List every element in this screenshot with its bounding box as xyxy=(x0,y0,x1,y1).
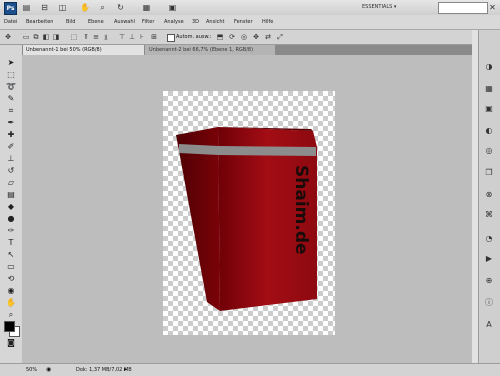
color-icon[interactable]: ◑ xyxy=(484,62,494,72)
options-bar: ✥ ▭ ⧉ ◧ ◨ ⬚ ⫪ ≡ ⫫ ⊤ ⊥ ⊦ ⊞ Autom. ausw.: … xyxy=(0,30,500,45)
photoshop-logo: Ps xyxy=(4,2,17,15)
lock-icon[interactable]: ⬚ xyxy=(70,33,78,41)
healing-icon[interactable]: ✚ xyxy=(5,130,17,139)
status-menu-arrow-icon[interactable]: ▸ xyxy=(124,366,132,374)
quick-mask-icon[interactable]: ◙ xyxy=(5,338,17,347)
menu-bearbeiten[interactable]: Bearbeiten xyxy=(26,17,53,27)
blur-icon[interactable]: ◆ xyxy=(5,202,17,211)
add-selection-icon[interactable]: ⧉ xyxy=(32,33,40,41)
type-icon[interactable]: T xyxy=(5,238,17,247)
dock-collapse-strip[interactable] xyxy=(472,30,479,363)
menu-bild[interactable]: Bild xyxy=(66,17,75,27)
move-icon[interactable]: ➤ xyxy=(5,58,17,67)
align-top-icon[interactable]: ⫪ xyxy=(82,33,90,41)
new-selection-icon[interactable]: ▭ xyxy=(22,33,30,41)
close-window-icon[interactable]: ✕ xyxy=(488,3,497,12)
paths-icon[interactable]: ⌘ xyxy=(484,210,494,220)
tool-preset-icon[interactable]: ✥ xyxy=(4,33,12,41)
autoselect-checkbox[interactable] xyxy=(167,34,175,42)
distribute-bottom-icon[interactable]: ⊦ xyxy=(138,33,146,41)
bridge-icon[interactable]: ▤ xyxy=(22,3,31,12)
zoom-tool-icon[interactable]: ⌕ xyxy=(98,3,107,12)
crop-icon[interactable]: ⌗ xyxy=(5,106,17,115)
intersect-selection-icon[interactable]: ◨ xyxy=(52,33,60,41)
history-icon[interactable]: ◔ xyxy=(484,234,494,244)
arrange-documents-icon[interactable]: ▦ xyxy=(142,3,151,12)
menu-fenster[interactable]: Fenster xyxy=(234,17,253,27)
brush-icon[interactable]: ✐ xyxy=(5,142,17,151)
pen-icon[interactable]: ✑ xyxy=(5,226,17,235)
menu-bar: Datei Bearbeiten Bild Ebene Auswahl Filt… xyxy=(0,15,500,30)
history-brush-icon[interactable]: ↺ xyxy=(5,166,17,175)
menu-filter[interactable]: Filter xyxy=(142,17,154,27)
screen-mode-icon[interactable]: ▣ xyxy=(168,3,177,12)
zoom-icon[interactable]: ⌕ xyxy=(5,310,17,319)
transform-controls-icon[interactable]: ⬒ xyxy=(216,33,224,41)
auto-align-icon[interactable]: ⊞ xyxy=(150,33,158,41)
menu-auswahl[interactable]: Auswahl xyxy=(114,17,135,27)
layers-icon[interactable]: ❐ xyxy=(484,168,494,178)
application-bar: Ps ▤ ⊟ ◫ ✋ ⌕ ↻ ▦ ▣ ESSENTIALS ▾ ✕ xyxy=(0,0,500,16)
hand-icon[interactable]: ✋ xyxy=(5,298,17,307)
subtract-selection-icon[interactable]: ◧ xyxy=(42,33,50,41)
shape-icon[interactable]: ▭ xyxy=(5,262,17,271)
menu-ansicht[interactable]: Ansicht xyxy=(206,17,224,27)
adjustments-icon[interactable]: ◐ xyxy=(484,126,494,136)
stamp-icon[interactable]: ⊥ xyxy=(5,154,17,163)
eraser-icon[interactable]: ▱ xyxy=(5,178,17,187)
swatches-icon[interactable]: ▦ xyxy=(484,84,494,94)
hand-tool-icon[interactable]: ✋ xyxy=(80,3,90,12)
3d-orbit-icon[interactable]: ◉ xyxy=(5,286,17,295)
gradient-icon[interactable]: ▤ xyxy=(5,190,17,199)
zoom-level-icon[interactable]: ◫ xyxy=(58,3,67,12)
menu-datei[interactable]: Datei xyxy=(4,17,17,27)
foreground-color-swatch-front[interactable] xyxy=(4,321,15,332)
menu-ebene[interactable]: Ebene xyxy=(88,17,104,27)
lasso-icon[interactable]: ➰ xyxy=(5,82,17,91)
status-nav-icon[interactable]: ◉ xyxy=(46,366,54,374)
info-icon[interactable]: ⓘ xyxy=(484,298,494,308)
character-icon[interactable]: A xyxy=(484,320,494,330)
product-box-artwork: Shaim.de xyxy=(176,127,317,311)
align-bottom-icon[interactable]: ⫫ xyxy=(102,33,110,41)
slide-3d-icon[interactable]: ⇄ xyxy=(264,33,272,41)
status-bar: 50% ◉ Dok: 1,37 MB/7,02 MB ▸ xyxy=(0,363,500,376)
drag-3d-icon[interactable]: ✥ xyxy=(252,33,260,41)
navigator-icon[interactable]: ⊕ xyxy=(484,276,494,286)
mini-bridge-icon[interactable]: ⊟ xyxy=(40,3,49,12)
rotate-view-icon[interactable]: ↻ xyxy=(116,3,125,12)
distribute-top-icon[interactable]: ⊤ xyxy=(118,33,126,41)
tab-unbenannt-2[interactable]: Unbenannt-2 bei 66,7% (Ebene 1, RGB/8) xyxy=(145,45,275,55)
channels-icon[interactable]: ⊗ xyxy=(484,190,494,200)
3d-rotate-icon[interactable]: ⟲ xyxy=(5,274,17,283)
autoselect-label: Autom. ausw.: xyxy=(176,34,212,40)
menu-analyse[interactable]: Analyse xyxy=(164,17,184,27)
path-select-icon[interactable]: ↖ xyxy=(5,250,17,259)
eyedropper-icon[interactable]: ✒ xyxy=(5,118,17,127)
quick-select-icon[interactable]: ✎ xyxy=(5,94,17,103)
styles-icon[interactable]: ▣ xyxy=(484,104,494,114)
dodge-icon[interactable]: ● xyxy=(5,214,17,223)
menu-3d[interactable]: 3D xyxy=(192,17,199,27)
masks-icon[interactable]: ◎ xyxy=(484,146,494,156)
tab-unbenannt-1[interactable]: Unbenannt-1 bei 50% (RGB/8) xyxy=(22,45,144,55)
scale-3d-icon[interactable]: ⤢ xyxy=(276,33,284,41)
distribute-center-icon[interactable]: ⊥ xyxy=(128,33,136,41)
roll-3d-icon[interactable]: ◎ xyxy=(240,33,248,41)
marquee-icon[interactable]: ⬚ xyxy=(5,70,17,79)
search-field[interactable] xyxy=(438,2,488,14)
rotate-3d-icon[interactable]: ⟳ xyxy=(228,33,236,41)
actions-icon[interactable]: ▶ xyxy=(484,254,494,264)
menu-hilfe[interactable]: Hilfe xyxy=(262,17,273,27)
box-brand-text: Shaim.de xyxy=(291,165,311,255)
workspace-switcher[interactable]: ESSENTIALS ▾ xyxy=(362,3,434,12)
align-middle-icon[interactable]: ≡ xyxy=(92,33,100,41)
zoom-readout[interactable]: 50% xyxy=(26,366,37,374)
